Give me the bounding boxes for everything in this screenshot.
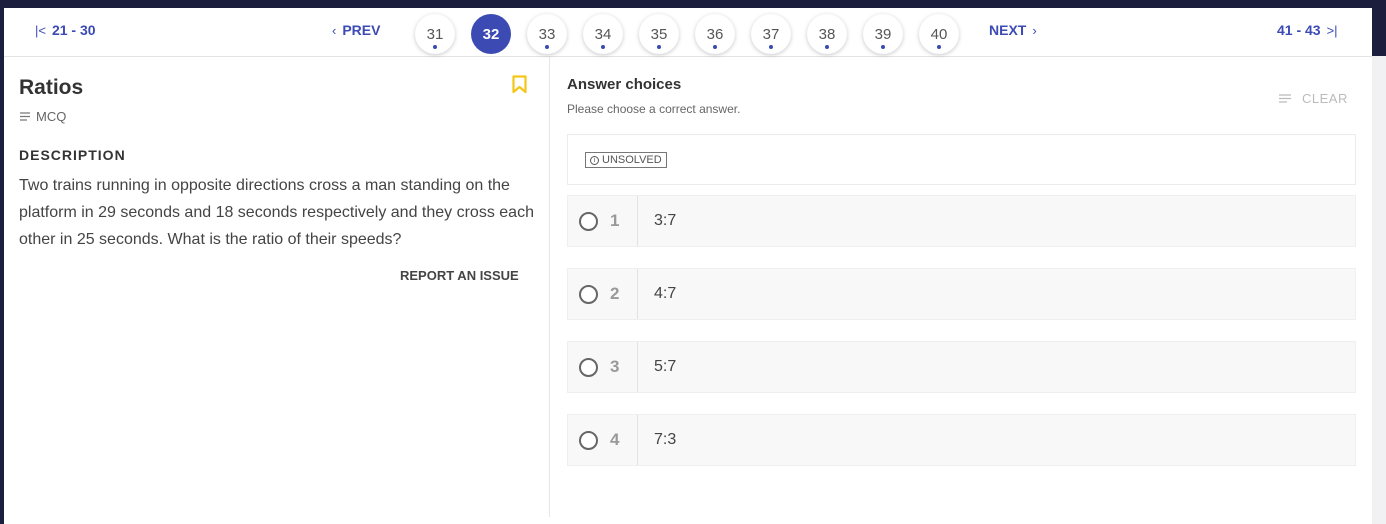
answer-choices-subheading: Please choose a correct answer. [567,102,741,116]
page-35[interactable]: 35 [639,14,679,54]
page-34[interactable]: 34 [583,14,623,54]
question-type: MCQ [20,109,66,124]
next-button[interactable]: NEXT › [989,22,1037,38]
pagination-bar: |< 21 - 30 ‹ PREV 31 32 33 34 35 36 37 3… [4,8,1372,57]
bookmark-icon[interactable] [512,75,527,99]
page-dot [601,45,605,49]
divider [637,415,638,465]
page-number: 40 [930,25,948,43]
choice-text: 3:7 [654,212,677,229]
divider [637,342,638,392]
answer-choice-2[interactable]: 2 4:7 [567,268,1356,320]
radio-button[interactable] [579,212,598,231]
radio-button[interactable] [579,358,598,377]
scroll-track [1372,56,1386,524]
divider [637,196,638,246]
page-40[interactable]: 40 [919,14,959,54]
question-page: |< 21 - 30 ‹ PREV 31 32 33 34 35 36 37 3… [4,8,1372,524]
choice-number: 1 [610,211,620,230]
page-dot [769,45,773,49]
page-number: 39 [874,25,892,43]
page-33[interactable]: 33 [527,14,567,54]
question-type-label: MCQ [36,109,67,124]
report-issue-link[interactable]: REPORT AN ISSUE [400,268,519,283]
radio-button[interactable] [579,285,598,304]
prev-button[interactable]: ‹ PREV [332,22,380,38]
clear-label: CLEAR [1302,91,1348,106]
next-label: NEXT [989,22,1027,38]
last-range-link[interactable]: 41 - 43 >| [1277,22,1338,38]
description-heading: DESCRIPTION [19,147,126,163]
page-dot [881,45,885,49]
page-36[interactable]: 36 [695,14,735,54]
page-number: 33 [538,25,556,43]
page-number: 37 [762,25,780,43]
page-37[interactable]: 37 [751,14,791,54]
chevron-left-icon: ‹ [332,22,337,38]
description-text: Two trains running in opposite direction… [19,177,534,248]
answer-choice-4[interactable]: 4 7:3 [567,414,1356,466]
radio-button[interactable] [579,431,598,450]
first-range-link[interactable]: |< 21 - 30 [35,22,96,38]
lines-icon [20,109,30,124]
chevron-right-icon: › [1032,22,1037,38]
question-title: Ratios [19,76,84,99]
page-number: 35 [650,25,668,43]
page-38[interactable]: 38 [807,14,847,54]
page-number: 36 [706,25,724,43]
page-dot [825,45,829,49]
choice-text: 5:7 [654,358,677,375]
question-panel: Ratios MCQ DESCRIPTION Two trains runnin… [4,57,550,517]
status-badge: i UNSOLVED [585,152,667,168]
last-page-icon: >| [1326,22,1338,38]
page-number: 34 [594,25,612,43]
page-32-active[interactable]: 32 [471,14,511,54]
first-range-label: 21 - 30 [51,22,96,38]
choice-number: 2 [610,284,620,303]
clear-lines-icon [1278,91,1292,106]
choice-text: 4:7 [654,285,677,302]
answer-choices-heading: Answer choices [567,76,682,93]
answer-choice-3[interactable]: 3 5:7 [567,341,1356,393]
status-label: UNSOLVED [602,154,662,166]
page-dot [433,45,437,49]
page-dot [713,45,717,49]
first-page-icon: |< [35,22,46,38]
answer-choice-1[interactable]: 1 3:7 [567,195,1356,247]
page-number: 31 [426,25,444,43]
page-31[interactable]: 31 [415,14,455,54]
choice-text: 7:3 [654,431,677,448]
choice-number: 3 [610,357,620,376]
prev-label: PREV [342,22,381,38]
page-39[interactable]: 39 [863,14,903,54]
divider [637,269,638,319]
info-icon: i [590,155,599,165]
page-number: 32 [482,25,500,43]
choice-number: 4 [610,430,620,449]
page-number: 38 [818,25,836,43]
clear-button[interactable]: CLEAR [1278,91,1348,106]
page-dot [545,45,549,49]
page-dot [937,45,941,49]
last-range-label: 41 - 43 [1277,22,1321,38]
status-box: i UNSOLVED [567,134,1356,185]
page-dot [657,45,661,49]
